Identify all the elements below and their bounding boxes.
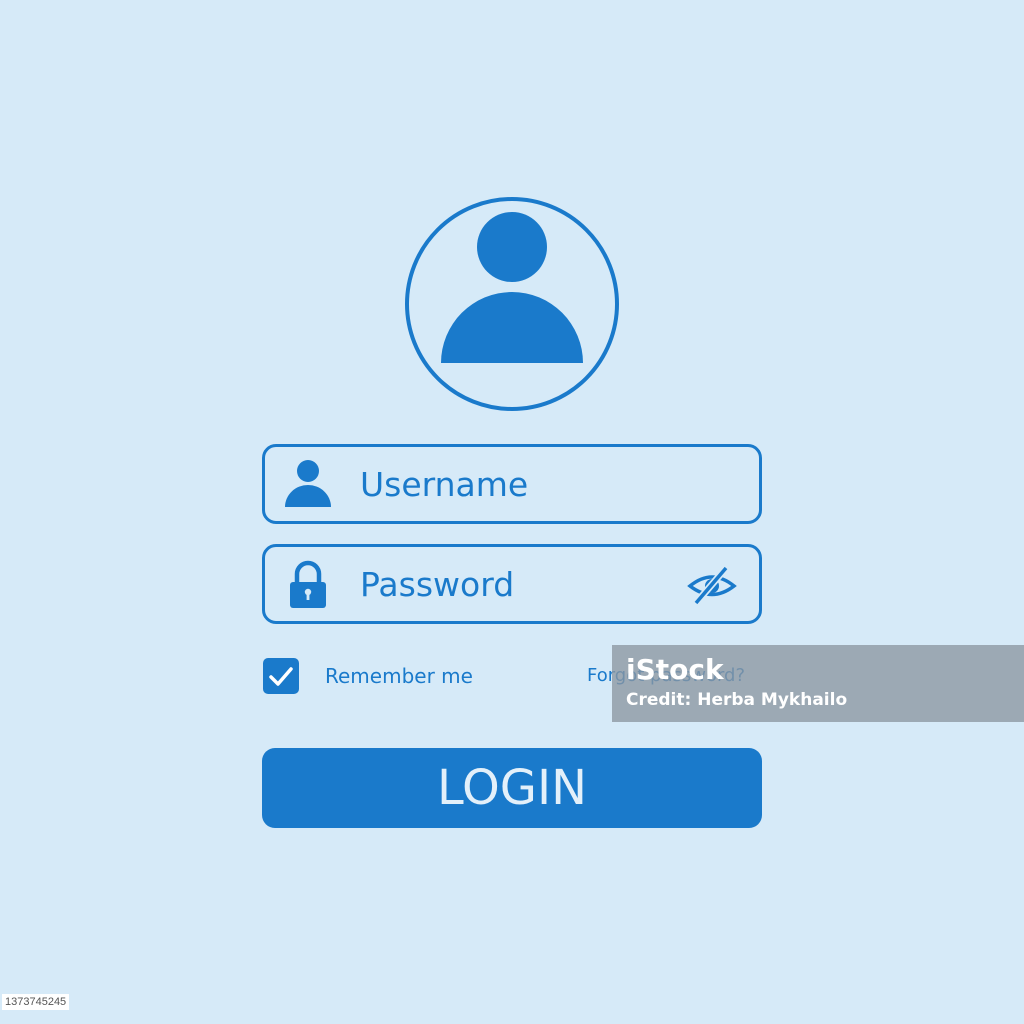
user-icon	[283, 457, 333, 511]
remember-checkbox[interactable]	[263, 658, 299, 694]
remember-me-label[interactable]: Remember me	[325, 663, 473, 689]
username-field[interactable]: Username	[262, 444, 762, 524]
password-field[interactable]: Password	[262, 544, 762, 624]
watermark: iStock Credit: Herba Mykhailo	[612, 645, 1024, 722]
watermark-logo: iStock	[626, 653, 724, 686]
user-avatar-icon	[405, 197, 619, 411]
password-placeholder: Password	[360, 565, 515, 604]
lock-icon	[283, 557, 333, 611]
login-button[interactable]: LOGIN	[262, 748, 762, 828]
stock-id-label: 1373745245	[2, 994, 70, 1010]
checkmark-icon	[269, 667, 293, 686]
watermark-credit: Credit: Herba Mykhailo	[626, 690, 848, 710]
username-placeholder: Username	[360, 465, 529, 504]
eye-slash-icon[interactable]	[687, 565, 737, 606]
